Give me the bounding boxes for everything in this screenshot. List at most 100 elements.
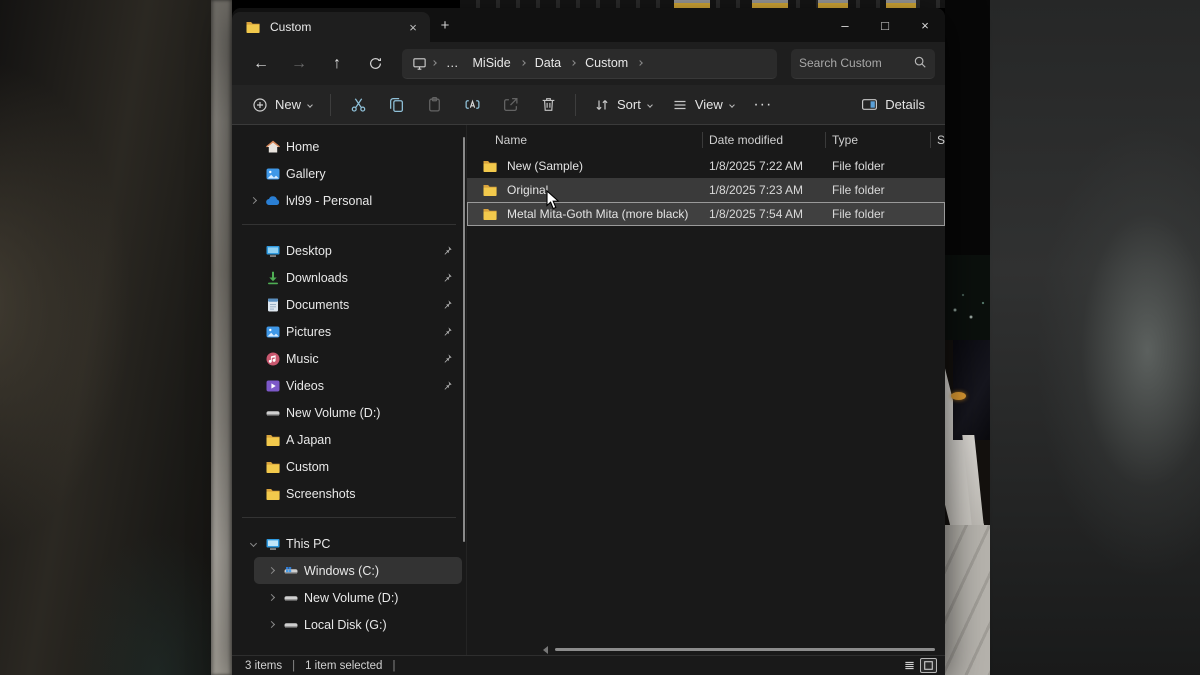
refresh-button[interactable] bbox=[358, 49, 392, 79]
sort-button[interactable]: Sort bbox=[584, 90, 662, 120]
drive-icon bbox=[282, 590, 300, 606]
sidebar-item-downloads[interactable]: Downloads bbox=[236, 264, 462, 291]
more-options-button[interactable]: ··· bbox=[744, 90, 782, 120]
item-count: 3 items bbox=[245, 660, 282, 672]
documents-icon bbox=[264, 297, 282, 313]
tab-close-icon[interactable]: × bbox=[404, 18, 422, 36]
folder-icon bbox=[264, 459, 282, 475]
jar-decor bbox=[752, 0, 788, 8]
rename-button[interactable] bbox=[453, 90, 491, 120]
music-icon bbox=[264, 351, 282, 367]
chevron-right-icon[interactable] bbox=[264, 595, 278, 600]
details-view-toggle[interactable] bbox=[901, 658, 918, 673]
breadcrumb-miside[interactable]: MiSide bbox=[467, 56, 517, 70]
column-header-size[interactable]: S bbox=[930, 132, 945, 148]
folder-icon bbox=[481, 182, 499, 198]
sidebar-item-custom[interactable]: Custom bbox=[236, 453, 462, 480]
back-button[interactable]: ← bbox=[244, 49, 278, 79]
sidebar-item-screenshots[interactable]: Screenshots bbox=[236, 480, 462, 507]
column-header-name[interactable]: Name bbox=[467, 132, 702, 148]
view-button[interactable]: View bbox=[662, 90, 744, 120]
toolbar-separator bbox=[575, 94, 576, 116]
background-night-scene bbox=[945, 0, 990, 675]
chevron-down-icon bbox=[307, 102, 313, 108]
sidebar-item-local-disk-g[interactable]: Local Disk (G:) bbox=[254, 611, 462, 638]
horizontal-scrollbar[interactable] bbox=[555, 648, 935, 651]
copy-button[interactable] bbox=[377, 90, 415, 120]
sidebar-divider bbox=[242, 224, 456, 225]
breadcrumb-custom[interactable]: Custom bbox=[579, 56, 634, 70]
view-toggles bbox=[901, 658, 937, 673]
file-row-metal-mita[interactable]: Metal Mita-Goth Mita (more black) 1/8/20… bbox=[467, 202, 945, 226]
file-date: 1/8/2025 7:54 AM bbox=[703, 207, 826, 221]
minimize-button[interactable]: – bbox=[825, 8, 865, 42]
sidebar-item-this-pc[interactable]: This PC bbox=[236, 530, 462, 557]
sidebar-item-home[interactable]: Home bbox=[236, 133, 462, 160]
cut-button[interactable] bbox=[339, 90, 377, 120]
sidebar-item-new-volume-d-tree[interactable]: New Volume (D:) bbox=[254, 584, 462, 611]
onedrive-icon bbox=[264, 193, 282, 209]
sidebar-item-desktop[interactable]: Desktop bbox=[236, 237, 462, 264]
scroll-left-arrow-icon[interactable] bbox=[543, 646, 548, 654]
column-header-date-modified[interactable]: Date modified bbox=[702, 132, 825, 148]
paste-button[interactable] bbox=[415, 90, 453, 120]
file-type: File folder bbox=[826, 207, 931, 221]
sidebar-item-windows-c[interactable]: Windows (C:) bbox=[254, 557, 462, 584]
chevron-down-icon bbox=[729, 102, 735, 108]
search-box[interactable] bbox=[791, 49, 935, 79]
jar-decor bbox=[818, 0, 848, 8]
chevron-down-icon[interactable] bbox=[246, 541, 260, 546]
delete-button[interactable] bbox=[529, 90, 567, 120]
search-input[interactable] bbox=[799, 56, 913, 70]
breadcrumb[interactable]: … MiSide Data Custom bbox=[402, 49, 777, 79]
file-name: New (Sample) bbox=[507, 159, 583, 173]
drive-icon bbox=[264, 405, 282, 421]
file-name: Original bbox=[507, 183, 548, 197]
this-pc-icon bbox=[410, 55, 428, 71]
tab-title: Custom bbox=[270, 20, 396, 34]
forward-button[interactable]: → bbox=[282, 49, 316, 79]
sidebar-item-a-japan[interactable]: A Japan bbox=[236, 426, 462, 453]
chevron-right-icon[interactable] bbox=[264, 568, 278, 573]
sidebar-item-onedrive[interactable]: lvl99 - Personal bbox=[236, 187, 462, 214]
sidebar-item-pictures[interactable]: Pictures bbox=[236, 318, 462, 345]
chevron-right-icon[interactable] bbox=[246, 198, 260, 203]
sidebar-scrollbar[interactable] bbox=[463, 137, 465, 542]
share-button[interactable] bbox=[491, 90, 529, 120]
new-tab-button[interactable]: + bbox=[430, 8, 460, 42]
chevron-right-icon[interactable] bbox=[264, 622, 278, 627]
close-button[interactable]: × bbox=[905, 8, 945, 42]
up-button[interactable]: ↑ bbox=[320, 49, 354, 79]
sidebar-item-documents[interactable]: Documents bbox=[236, 291, 462, 318]
breadcrumb-data[interactable]: Data bbox=[529, 56, 567, 70]
sidebar-item-music[interactable]: Music bbox=[236, 345, 462, 372]
chevron-right-icon bbox=[519, 61, 527, 65]
file-date: 1/8/2025 7:22 AM bbox=[703, 159, 826, 173]
desktop-icon bbox=[264, 243, 282, 259]
breadcrumb-ellipsis[interactable]: … bbox=[440, 56, 465, 70]
content-area: Home Gallery lvl99 - Personal bbox=[232, 125, 945, 655]
pin-icon bbox=[440, 353, 454, 365]
pin-icon bbox=[440, 272, 454, 284]
chevron-right-icon bbox=[569, 61, 577, 65]
new-button[interactable]: New bbox=[242, 90, 322, 120]
thumbnail-view-toggle[interactable] bbox=[920, 658, 937, 673]
background-car-marker-light bbox=[951, 392, 966, 400]
maximize-button[interactable]: □ bbox=[865, 8, 905, 42]
file-type: File folder bbox=[826, 183, 931, 197]
status-bar: 3 items | 1 item selected | bbox=[232, 655, 945, 675]
jar-decor bbox=[886, 0, 916, 8]
pin-icon bbox=[440, 299, 454, 311]
sidebar-item-new-volume-d[interactable]: New Volume (D:) bbox=[236, 399, 462, 426]
sidebar-item-gallery[interactable]: Gallery bbox=[236, 160, 462, 187]
gallery-icon bbox=[264, 166, 282, 182]
file-row-new-sample[interactable]: New (Sample) 1/8/2025 7:22 AM File folde… bbox=[467, 154, 945, 178]
sidebar-item-videos[interactable]: Videos bbox=[236, 372, 462, 399]
column-header-type[interactable]: Type bbox=[825, 132, 930, 148]
tab-custom[interactable]: Custom × bbox=[232, 12, 430, 42]
background-trees bbox=[945, 255, 990, 340]
pin-icon bbox=[440, 380, 454, 392]
file-row-original[interactable]: Original 1/8/2025 7:23 AM File folder bbox=[467, 178, 945, 202]
details-pane-button[interactable]: Details bbox=[851, 90, 935, 120]
sidebar-divider bbox=[242, 517, 456, 518]
